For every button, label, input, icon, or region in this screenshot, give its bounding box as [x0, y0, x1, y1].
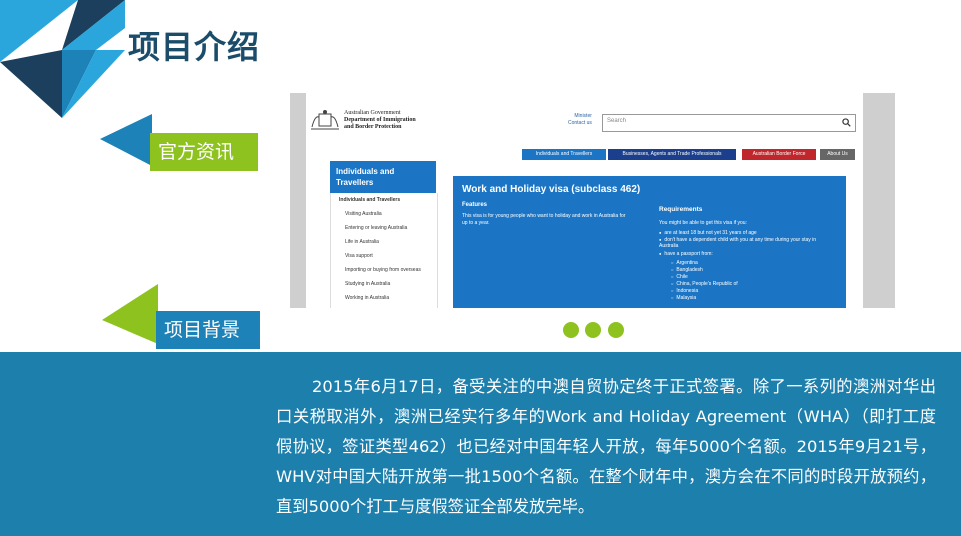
corner-decoration	[0, 0, 125, 118]
sidebar-item[interactable]: Life in Australia	[331, 235, 437, 249]
requirement-text: have a passport from:	[664, 251, 713, 257]
triangle-pointer-icon	[102, 284, 158, 344]
nav-businesses[interactable]: Businesses, Agents and Trade Professiona…	[608, 149, 736, 160]
country-name: Malaysia	[676, 295, 697, 301]
carousel-dot[interactable]	[585, 322, 601, 338]
country-item: China, People's Republic of	[671, 281, 738, 287]
page-title: 项目介绍	[128, 28, 261, 66]
sidebar-heading: Individuals and Travellers	[330, 161, 436, 193]
nav-individuals[interactable]: Individuals and Travellers	[522, 149, 606, 160]
project-background-label: 项目背景	[156, 311, 260, 349]
search-placeholder: Search	[607, 118, 627, 124]
features-heading: Features	[462, 202, 488, 208]
requirements-intro: You might be able to get this visa if yo…	[659, 220, 747, 226]
sidebar-item[interactable]: Individuals and Travellers	[331, 193, 437, 207]
website-page: Australian Government Department of Immi…	[306, 93, 863, 308]
requirement-item: are at least 18 but not yet 31 years of …	[659, 230, 834, 236]
country-item: Malaysia	[671, 295, 696, 301]
country-name: Argentina	[676, 260, 698, 266]
minister-links: Minister Contact us	[568, 113, 592, 127]
requirement-item: have a passport from:	[659, 251, 834, 257]
gov-line: and Border Protection	[344, 124, 402, 130]
website-screenshot: Australian Government Department of Immi…	[290, 93, 895, 308]
sidebar-item[interactable]: Studying in Australia	[331, 277, 437, 291]
requirements-heading: Requirements	[659, 206, 703, 213]
country-item: Indonesia	[671, 288, 698, 294]
contact-link[interactable]: Contact us	[568, 120, 592, 127]
sidebar-menu: Individuals and Travellers Visiting Aust…	[330, 193, 438, 308]
country-item: Chile	[671, 274, 688, 280]
sidebar-item[interactable]: Working in Australia	[331, 291, 437, 305]
requirement-text: don't have a dependent child with you at…	[659, 237, 817, 249]
gov-department-name: Australian Government Department of Immi…	[344, 110, 416, 131]
search-input[interactable]: Search	[602, 114, 856, 132]
carousel-dot[interactable]	[608, 322, 624, 338]
nav-about-us[interactable]: About Us	[820, 149, 855, 160]
requirement-text: are at least 18 but not yet 31 years of …	[664, 230, 757, 236]
country-name: Chile	[676, 274, 688, 280]
nav-border-force[interactable]: Australian Border Force	[742, 149, 816, 160]
coat-of-arms-icon	[311, 110, 339, 130]
official-info-label: 官方资讯	[150, 133, 258, 171]
carousel-dot[interactable]	[563, 322, 579, 338]
requirement-item: don't have a dependent child with you at…	[659, 237, 834, 249]
visa-title: Work and Holiday visa (subclass 462)	[462, 184, 641, 195]
country-name: China, People's Republic of	[676, 281, 738, 287]
gov-line: Department of Immigration	[344, 117, 416, 123]
minister-link[interactable]: Minister	[568, 113, 592, 120]
visa-info-panel: Work and Holiday visa (subclass 462) Fea…	[453, 176, 846, 308]
search-icon[interactable]	[842, 118, 851, 127]
background-paragraph: 2015年6月17日，备受关注的中澳自贸协定终于正式签署。除了一系列的澳洲对华出…	[276, 377, 936, 516]
country-item: Argentina	[671, 260, 698, 266]
features-text: This visa is for young people who want t…	[462, 213, 626, 226]
sidebar-item[interactable]: Visa support	[331, 249, 437, 263]
triangle-pointer-icon	[100, 114, 152, 166]
country-item: Bangladesh	[671, 267, 703, 273]
country-name: Indonesia	[676, 288, 699, 294]
sidebar-item[interactable]: Visiting Australia	[331, 207, 437, 221]
sidebar-item[interactable]: Entering or leaving Australia	[331, 221, 437, 235]
gov-line: Australian Government	[344, 110, 401, 116]
sidebar-item[interactable]: Importing or buying from overseas	[331, 263, 437, 277]
country-name: Bangladesh	[676, 267, 703, 273]
